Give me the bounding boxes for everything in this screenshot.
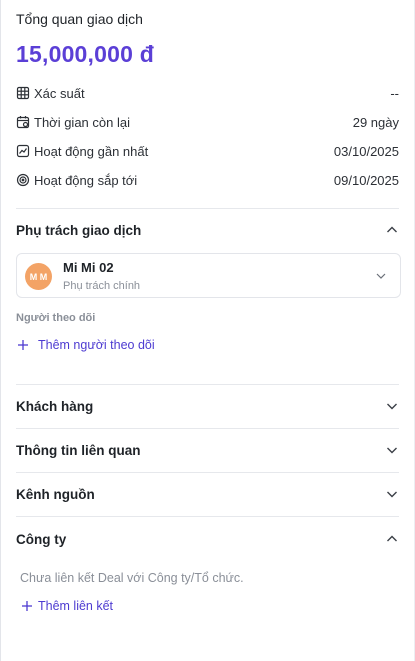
followers-label: Người theo dõi <box>16 312 96 324</box>
divider <box>16 208 399 209</box>
time-remaining-row: Thời gian còn lại 29 ngày <box>16 112 399 132</box>
target-icon <box>16 173 30 187</box>
owner-role: Phụ trách chính <box>63 280 141 292</box>
time-remaining-label: Thời gian còn lại <box>34 114 130 130</box>
deal-sidebar-panel: Tổng quan giao dịch 15,000,000 đ Xác suấ… <box>0 0 415 661</box>
chevron-down-icon[interactable] <box>385 399 399 413</box>
calendar-icon <box>16 115 30 129</box>
related-info-section-title: Thông tin liên quan <box>16 442 141 458</box>
related-info-section-header[interactable]: Thông tin liên quan <box>16 438 399 462</box>
source-channel-section-header[interactable]: Kênh nguồn <box>16 482 399 506</box>
last-activity-label: Hoạt động gần nhất <box>34 143 149 159</box>
divider <box>16 516 399 517</box>
activity-chart-icon <box>16 144 30 158</box>
owner-select[interactable]: M M Mi Mi 02 Phụ trách chính <box>16 253 401 298</box>
chevron-down-icon[interactable] <box>385 443 399 457</box>
owner-name: Mi Mi 02 <box>63 260 114 275</box>
deal-amount: 15,000,000 đ <box>16 41 154 67</box>
last-activity-value: 03/10/2025 <box>333 143 399 159</box>
add-follower-button[interactable]: Thêm người theo dõi <box>17 338 155 352</box>
chevron-down-icon[interactable] <box>374 269 388 283</box>
probability-label: Xác suất <box>34 85 85 101</box>
divider <box>16 472 399 473</box>
chevron-up-icon[interactable] <box>385 532 399 546</box>
company-section-header[interactable]: Công ty <box>16 527 399 551</box>
probability-value: -- <box>390 85 399 101</box>
source-channel-section-title: Kênh nguồn <box>16 486 95 502</box>
upcoming-activity-row: Hoạt động sắp tới 09/10/2025 <box>16 170 399 190</box>
divider <box>16 428 399 429</box>
customers-section-header[interactable]: Khách hàng <box>16 394 399 418</box>
customers-section-title: Khách hàng <box>16 398 94 414</box>
overview-title: Tổng quan giao dịch <box>16 11 143 27</box>
upcoming-activity-value: 09/10/2025 <box>333 172 399 188</box>
company-empty-text: Chưa liên kết Deal với Công ty/Tổ chức. <box>20 571 244 585</box>
probability-row: Xác suất -- <box>16 83 399 103</box>
plus-icon <box>21 600 33 612</box>
table-icon <box>16 86 30 100</box>
divider <box>16 384 399 385</box>
avatar: M M <box>25 263 52 290</box>
owner-section-header[interactable]: Phụ trách giao dịch <box>16 218 399 242</box>
add-link-label: Thêm liên kết <box>38 599 114 613</box>
upcoming-activity-label: Hoạt động sắp tới <box>34 172 138 188</box>
time-remaining-value: 29 ngày <box>352 114 399 130</box>
chevron-up-icon[interactable] <box>385 223 399 237</box>
last-activity-row: Hoạt động gần nhất 03/10/2025 <box>16 141 399 161</box>
add-follower-label: Thêm người theo dõi <box>38 338 155 352</box>
add-link-button[interactable]: Thêm liên kết <box>21 599 113 613</box>
plus-icon <box>17 339 29 351</box>
company-section-title: Công ty <box>16 531 67 547</box>
chevron-down-icon[interactable] <box>385 487 399 501</box>
owner-section-title: Phụ trách giao dịch <box>16 222 142 238</box>
